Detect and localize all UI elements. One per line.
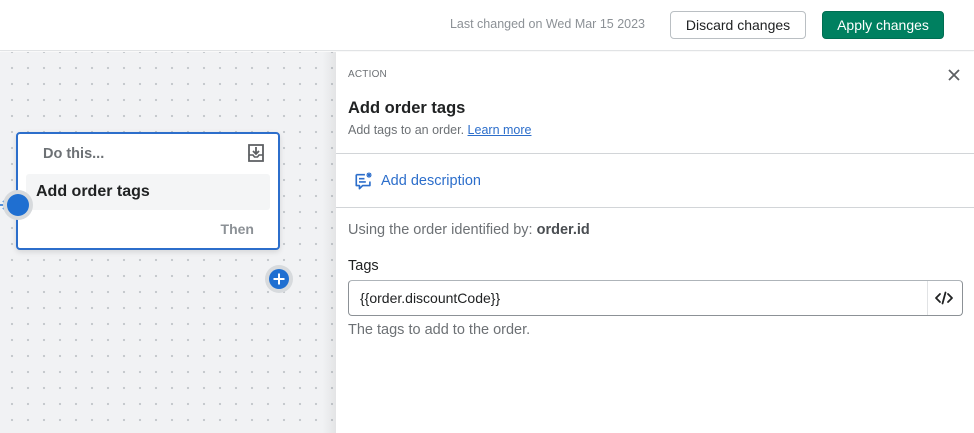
code-icon[interactable] <box>934 289 954 307</box>
plus-icon[interactable] <box>269 269 289 289</box>
input-divider <box>927 281 928 315</box>
using-order-value: order.id <box>536 222 590 238</box>
using-order-label: Using the order identified by: <box>348 222 533 238</box>
panel-kicker: ACTION <box>348 69 387 80</box>
using-order-text: Using the order identified by: order.id <box>348 222 590 238</box>
divider <box>336 153 974 154</box>
add-description-button[interactable]: Add description <box>354 169 481 193</box>
tags-input-value[interactable]: {{order.discountCode}} <box>360 290 500 306</box>
node-input-port[interactable] <box>7 194 29 216</box>
apply-changes-button[interactable]: Apply changes <box>822 11 944 39</box>
node-title: Add order tags <box>36 183 150 200</box>
learn-more-link[interactable]: Learn more <box>468 123 532 137</box>
action-node[interactable]: Do this... Add order tags Then <box>16 132 280 250</box>
workflow-canvas[interactable]: Do this... Add order tags Then <box>0 52 336 433</box>
panel-title: Add order tags <box>348 99 466 117</box>
action-details-panel: ACTION Add order tags Add tags to an ord… <box>336 52 974 433</box>
last-changed-text: Last changed on Wed Mar 15 2023 <box>449 17 645 31</box>
comment-edit-icon <box>355 172 372 190</box>
node-then-label: Then <box>220 221 254 237</box>
add-description-label: Add description <box>381 173 481 189</box>
download-icon[interactable] <box>246 143 266 163</box>
close-icon[interactable] <box>944 65 964 85</box>
tags-field-label: Tags <box>348 258 379 274</box>
top-bar: Last changed on Wed Mar 15 2023 Discard … <box>0 0 974 51</box>
node-body: Add order tags <box>26 174 270 210</box>
tags-help-text: The tags to add to the order. <box>348 322 531 338</box>
tags-input[interactable]: {{order.discountCode}} <box>348 280 963 316</box>
panel-subtitle-text: Add tags to an order. <box>348 123 465 137</box>
panel-subtitle: Add tags to an order. Learn more <box>348 123 531 137</box>
node-output-port[interactable] <box>269 269 289 289</box>
node-header-label: Do this... <box>43 146 105 162</box>
discard-changes-button[interactable]: Discard changes <box>670 11 806 39</box>
divider <box>336 207 974 208</box>
canvas-edge-shadow <box>322 52 336 433</box>
